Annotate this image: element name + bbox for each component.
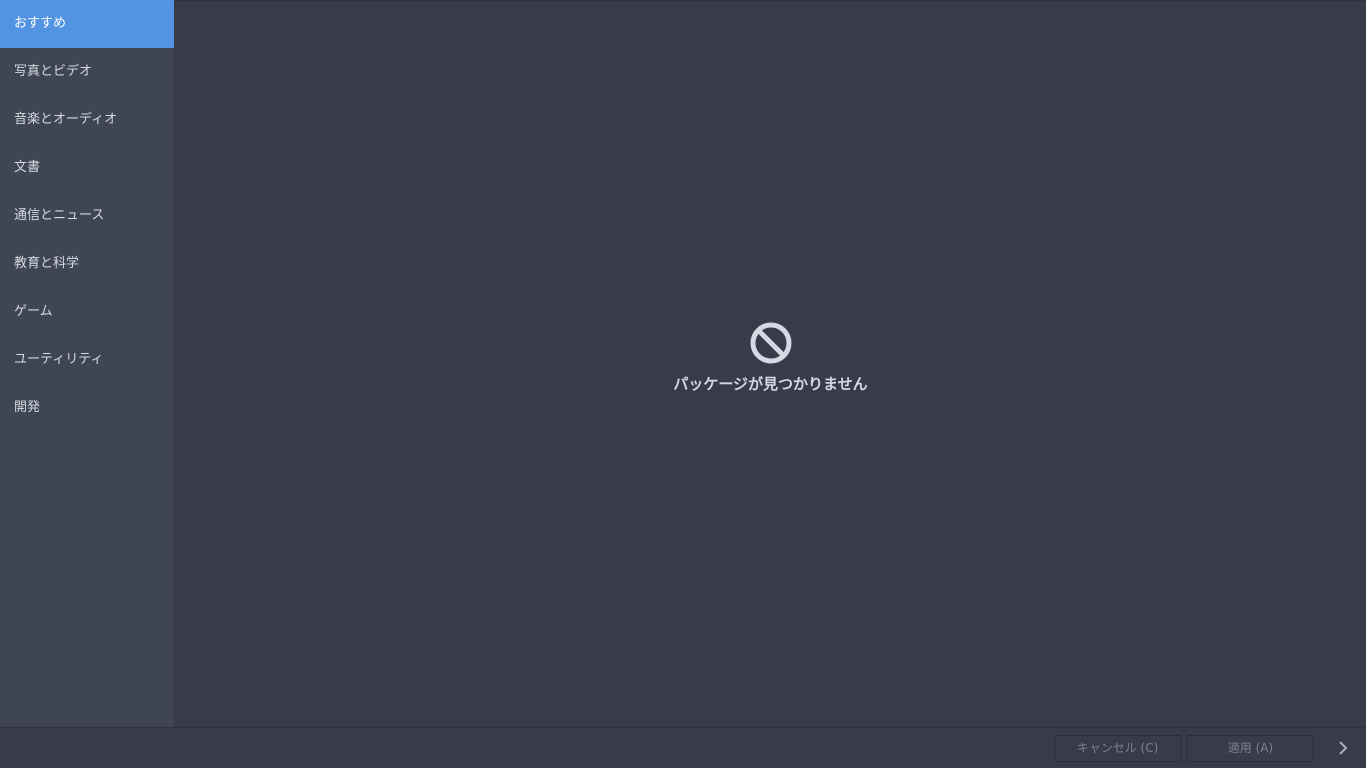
sidebar-item-games[interactable]: ゲーム bbox=[0, 288, 174, 336]
action-bar: キャンセル (C) 適用 (A) bbox=[0, 727, 1366, 768]
sidebar-item-photo-video[interactable]: 写真とビデオ bbox=[0, 48, 174, 96]
package-list-area: パッケージが見つかりません bbox=[175, 0, 1366, 727]
category-sidebar: おすすめ 写真とビデオ 音楽とオーディオ 文書 通信とニュース 教育と科学 ゲー… bbox=[0, 0, 175, 727]
sidebar-item-music-audio[interactable]: 音楽とオーディオ bbox=[0, 96, 174, 144]
cancel-button[interactable]: キャンセル (C) bbox=[1054, 735, 1181, 762]
empty-state: パッケージが見つかりません bbox=[175, 321, 1366, 394]
software-selection-window: おすすめ 写真とビデオ 音楽とオーディオ 文書 通信とニュース 教育と科学 ゲー… bbox=[0, 0, 1366, 768]
sidebar-item-utilities[interactable]: ユーティリティ bbox=[0, 336, 174, 384]
sidebar-item-education-science[interactable]: 教育と科学 bbox=[0, 240, 174, 288]
apply-button[interactable]: 適用 (A) bbox=[1187, 735, 1314, 762]
sidebar-item-development[interactable]: 開発 bbox=[0, 384, 174, 432]
no-entry-icon bbox=[749, 321, 793, 365]
chevron-right-icon[interactable] bbox=[1334, 739, 1352, 757]
empty-message: パッケージが見つかりません bbox=[673, 375, 868, 393]
sidebar-item-recommended[interactable]: おすすめ bbox=[0, 0, 174, 48]
sidebar-item-communication-news[interactable]: 通信とニュース bbox=[0, 192, 174, 240]
sidebar-item-documents[interactable]: 文書 bbox=[0, 144, 174, 192]
